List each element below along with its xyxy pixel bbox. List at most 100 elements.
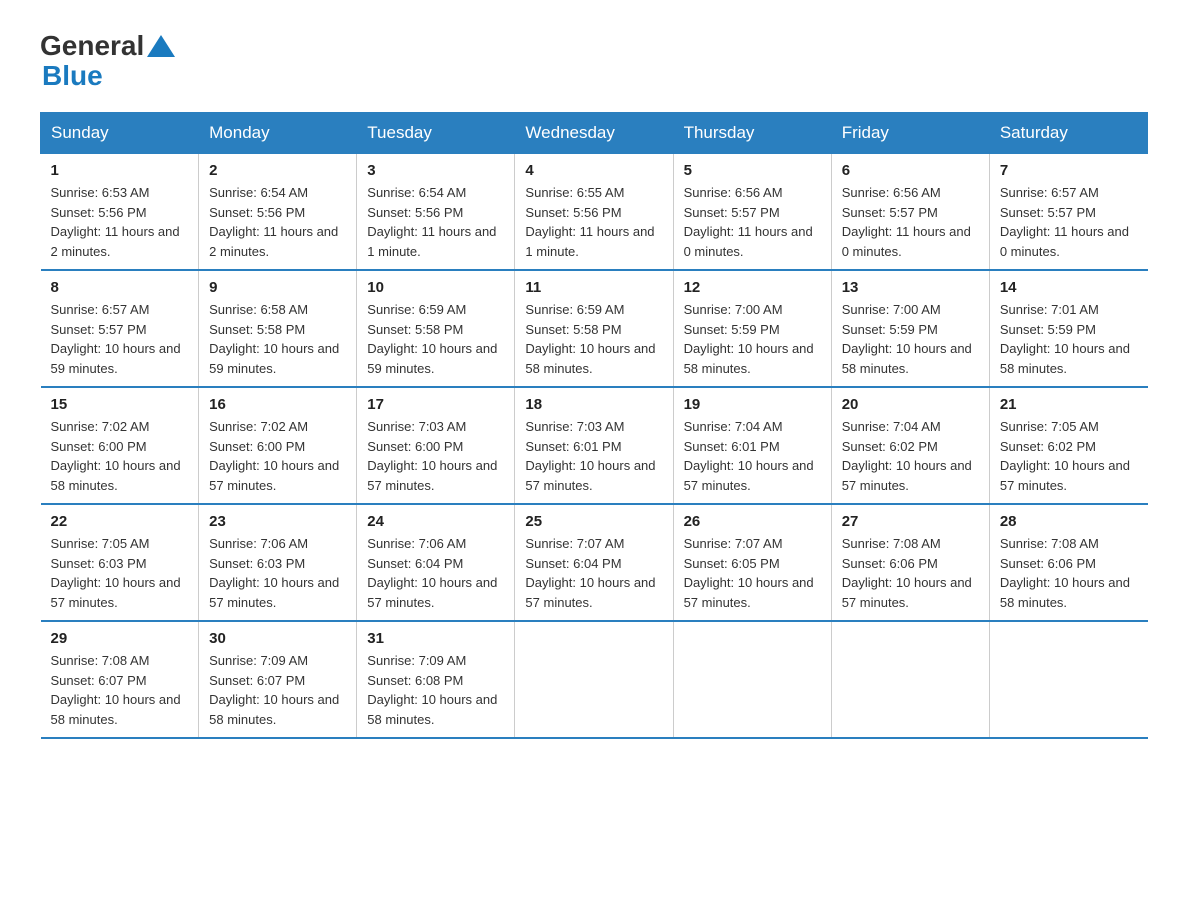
logo: General Blue	[40, 30, 178, 92]
calendar-cell: 16 Sunrise: 7:02 AM Sunset: 6:00 PM Dayl…	[199, 387, 357, 504]
day-number: 19	[684, 396, 821, 413]
calendar-cell	[515, 621, 673, 738]
day-number: 24	[367, 513, 504, 530]
day-info: Sunrise: 7:04 AM Sunset: 6:01 PM Dayligh…	[684, 417, 821, 495]
logo-general-text: General	[40, 30, 144, 62]
calendar-cell: 19 Sunrise: 7:04 AM Sunset: 6:01 PM Dayl…	[673, 387, 831, 504]
calendar-cell: 2 Sunrise: 6:54 AM Sunset: 5:56 PM Dayli…	[199, 154, 357, 271]
day-number: 30	[209, 630, 346, 647]
calendar-cell: 13 Sunrise: 7:00 AM Sunset: 5:59 PM Dayl…	[831, 270, 989, 387]
calendar-cell: 29 Sunrise: 7:08 AM Sunset: 6:07 PM Dayl…	[41, 621, 199, 738]
calendar-cell: 12 Sunrise: 7:00 AM Sunset: 5:59 PM Dayl…	[673, 270, 831, 387]
day-number: 4	[525, 162, 662, 179]
day-info: Sunrise: 7:08 AM Sunset: 6:06 PM Dayligh…	[842, 534, 979, 612]
day-number: 31	[367, 630, 504, 647]
calendar-cell	[673, 621, 831, 738]
calendar-week-row: 8 Sunrise: 6:57 AM Sunset: 5:57 PM Dayli…	[41, 270, 1148, 387]
day-number: 2	[209, 162, 346, 179]
calendar-cell: 25 Sunrise: 7:07 AM Sunset: 6:04 PM Dayl…	[515, 504, 673, 621]
day-number: 17	[367, 396, 504, 413]
day-info: Sunrise: 7:05 AM Sunset: 6:03 PM Dayligh…	[51, 534, 189, 612]
header-day-tuesday: Tuesday	[357, 113, 515, 154]
calendar-cell: 31 Sunrise: 7:09 AM Sunset: 6:08 PM Dayl…	[357, 621, 515, 738]
calendar-cell: 22 Sunrise: 7:05 AM Sunset: 6:03 PM Dayl…	[41, 504, 199, 621]
day-info: Sunrise: 6:56 AM Sunset: 5:57 PM Dayligh…	[684, 183, 821, 261]
calendar-cell: 4 Sunrise: 6:55 AM Sunset: 5:56 PM Dayli…	[515, 154, 673, 271]
day-info: Sunrise: 7:06 AM Sunset: 6:04 PM Dayligh…	[367, 534, 504, 612]
day-number: 26	[684, 513, 821, 530]
day-number: 28	[1000, 513, 1138, 530]
calendar-cell: 5 Sunrise: 6:56 AM Sunset: 5:57 PM Dayli…	[673, 154, 831, 271]
calendar-cell	[989, 621, 1147, 738]
day-number: 13	[842, 279, 979, 296]
calendar-cell: 17 Sunrise: 7:03 AM Sunset: 6:00 PM Dayl…	[357, 387, 515, 504]
day-number: 23	[209, 513, 346, 530]
day-number: 7	[1000, 162, 1138, 179]
calendar-cell: 11 Sunrise: 6:59 AM Sunset: 5:58 PM Dayl…	[515, 270, 673, 387]
day-info: Sunrise: 6:53 AM Sunset: 5:56 PM Dayligh…	[51, 183, 189, 261]
day-number: 25	[525, 513, 662, 530]
calendar-cell: 8 Sunrise: 6:57 AM Sunset: 5:57 PM Dayli…	[41, 270, 199, 387]
calendar-cell: 18 Sunrise: 7:03 AM Sunset: 6:01 PM Dayl…	[515, 387, 673, 504]
day-number: 21	[1000, 396, 1138, 413]
day-number: 12	[684, 279, 821, 296]
day-number: 8	[51, 279, 189, 296]
header-day-friday: Friday	[831, 113, 989, 154]
calendar-week-row: 29 Sunrise: 7:08 AM Sunset: 6:07 PM Dayl…	[41, 621, 1148, 738]
day-info: Sunrise: 6:59 AM Sunset: 5:58 PM Dayligh…	[367, 300, 504, 378]
day-number: 20	[842, 396, 979, 413]
day-info: Sunrise: 7:04 AM Sunset: 6:02 PM Dayligh…	[842, 417, 979, 495]
day-info: Sunrise: 6:56 AM Sunset: 5:57 PM Dayligh…	[842, 183, 979, 261]
calendar-week-row: 15 Sunrise: 7:02 AM Sunset: 6:00 PM Dayl…	[41, 387, 1148, 504]
calendar-header-row: SundayMondayTuesdayWednesdayThursdayFrid…	[41, 113, 1148, 154]
day-number: 11	[525, 279, 662, 296]
day-number: 10	[367, 279, 504, 296]
calendar-cell: 7 Sunrise: 6:57 AM Sunset: 5:57 PM Dayli…	[989, 154, 1147, 271]
day-info: Sunrise: 7:07 AM Sunset: 6:04 PM Dayligh…	[525, 534, 662, 612]
header-day-sunday: Sunday	[41, 113, 199, 154]
day-number: 29	[51, 630, 189, 647]
calendar-cell: 30 Sunrise: 7:09 AM Sunset: 6:07 PM Dayl…	[199, 621, 357, 738]
calendar-table: SundayMondayTuesdayWednesdayThursdayFrid…	[40, 112, 1148, 739]
day-info: Sunrise: 7:03 AM Sunset: 6:00 PM Dayligh…	[367, 417, 504, 495]
day-info: Sunrise: 6:57 AM Sunset: 5:57 PM Dayligh…	[1000, 183, 1138, 261]
calendar-cell: 28 Sunrise: 7:08 AM Sunset: 6:06 PM Dayl…	[989, 504, 1147, 621]
day-number: 6	[842, 162, 979, 179]
day-info: Sunrise: 6:57 AM Sunset: 5:57 PM Dayligh…	[51, 300, 189, 378]
day-info: Sunrise: 7:05 AM Sunset: 6:02 PM Dayligh…	[1000, 417, 1138, 495]
calendar-cell: 15 Sunrise: 7:02 AM Sunset: 6:00 PM Dayl…	[41, 387, 199, 504]
day-info: Sunrise: 7:02 AM Sunset: 6:00 PM Dayligh…	[51, 417, 189, 495]
day-info: Sunrise: 6:58 AM Sunset: 5:58 PM Dayligh…	[209, 300, 346, 378]
calendar-cell: 6 Sunrise: 6:56 AM Sunset: 5:57 PM Dayli…	[831, 154, 989, 271]
logo-triangle-icon	[147, 35, 175, 57]
day-number: 1	[51, 162, 189, 179]
day-info: Sunrise: 7:09 AM Sunset: 6:08 PM Dayligh…	[367, 651, 504, 729]
header: General Blue	[40, 30, 1148, 92]
header-day-wednesday: Wednesday	[515, 113, 673, 154]
day-info: Sunrise: 7:09 AM Sunset: 6:07 PM Dayligh…	[209, 651, 346, 729]
calendar-cell: 10 Sunrise: 6:59 AM Sunset: 5:58 PM Dayl…	[357, 270, 515, 387]
day-number: 3	[367, 162, 504, 179]
header-day-monday: Monday	[199, 113, 357, 154]
day-info: Sunrise: 7:00 AM Sunset: 5:59 PM Dayligh…	[684, 300, 821, 378]
calendar-cell: 26 Sunrise: 7:07 AM Sunset: 6:05 PM Dayl…	[673, 504, 831, 621]
calendar-cell: 27 Sunrise: 7:08 AM Sunset: 6:06 PM Dayl…	[831, 504, 989, 621]
day-number: 14	[1000, 279, 1138, 296]
day-info: Sunrise: 6:54 AM Sunset: 5:56 PM Dayligh…	[209, 183, 346, 261]
day-info: Sunrise: 7:03 AM Sunset: 6:01 PM Dayligh…	[525, 417, 662, 495]
day-info: Sunrise: 7:08 AM Sunset: 6:07 PM Dayligh…	[51, 651, 189, 729]
calendar-week-row: 1 Sunrise: 6:53 AM Sunset: 5:56 PM Dayli…	[41, 154, 1148, 271]
header-day-thursday: Thursday	[673, 113, 831, 154]
logo-blue-text: Blue	[42, 60, 103, 91]
day-info: Sunrise: 7:06 AM Sunset: 6:03 PM Dayligh…	[209, 534, 346, 612]
calendar-cell: 9 Sunrise: 6:58 AM Sunset: 5:58 PM Dayli…	[199, 270, 357, 387]
calendar-cell: 20 Sunrise: 7:04 AM Sunset: 6:02 PM Dayl…	[831, 387, 989, 504]
day-info: Sunrise: 7:00 AM Sunset: 5:59 PM Dayligh…	[842, 300, 979, 378]
calendar-cell: 24 Sunrise: 7:06 AM Sunset: 6:04 PM Dayl…	[357, 504, 515, 621]
day-info: Sunrise: 7:07 AM Sunset: 6:05 PM Dayligh…	[684, 534, 821, 612]
calendar-cell: 23 Sunrise: 7:06 AM Sunset: 6:03 PM Dayl…	[199, 504, 357, 621]
day-info: Sunrise: 7:01 AM Sunset: 5:59 PM Dayligh…	[1000, 300, 1138, 378]
day-info: Sunrise: 7:08 AM Sunset: 6:06 PM Dayligh…	[1000, 534, 1138, 612]
day-number: 9	[209, 279, 346, 296]
day-number: 16	[209, 396, 346, 413]
